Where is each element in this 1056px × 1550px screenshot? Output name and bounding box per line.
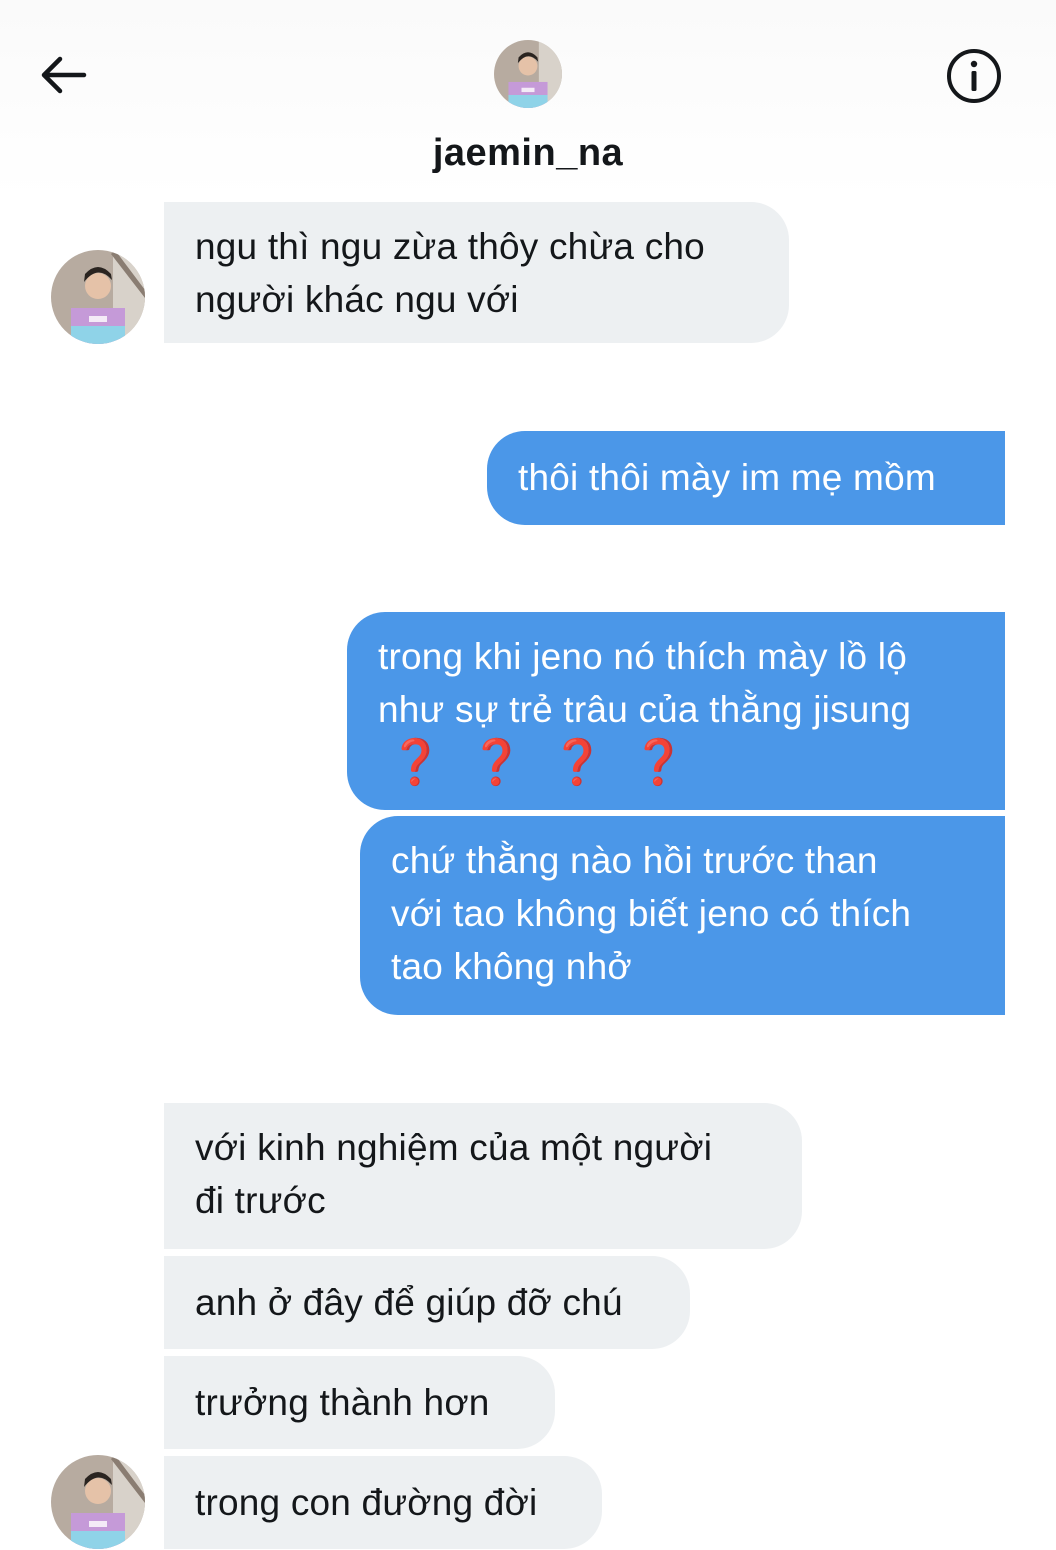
message-bubble-incoming[interactable]: trong con đường đời — [164, 1456, 602, 1549]
header-avatar[interactable] — [494, 40, 562, 108]
question-mark-icon: ❓ — [631, 737, 686, 788]
message-bubble-incoming[interactable]: trưởng thành hơn — [164, 1356, 555, 1449]
question-mark-icon: ❓ — [550, 737, 605, 788]
question-mark-icon: ❓ — [388, 737, 443, 788]
conversation-title[interactable]: jaemin_na — [0, 132, 1056, 175]
message-bubble-outgoing[interactable]: trong khi jeno nó thích mày lồ lộ như sự… — [347, 612, 1005, 810]
message-bubble-incoming[interactable]: với kinh nghiệm của một người đi trước — [164, 1103, 802, 1249]
message-bubble-incoming[interactable]: ngu thì ngu zừa thôy chừa cho người khác… — [164, 202, 789, 343]
message-text: như sự trẻ trâu của thằng jisung — [378, 689, 912, 730]
message-text: thôi thôi mày im mẹ mồm — [518, 457, 936, 498]
message-text: người khác ngu với — [195, 279, 519, 320]
message-text: trưởng thành hơn — [195, 1382, 490, 1423]
arrow-left-icon — [41, 56, 87, 94]
message-bubble-outgoing[interactable]: chứ thằng nào hồi trước than với tao khô… — [360, 816, 1005, 1015]
question-mark-emojis: ❓ ❓ ❓ ❓ — [378, 736, 975, 789]
message-text: với tao không biết jeno có thích — [391, 893, 912, 934]
info-button[interactable] — [944, 46, 1004, 106]
contact-avatar[interactable] — [51, 1455, 145, 1549]
back-button[interactable] — [36, 50, 90, 100]
message-bubble-outgoing[interactable]: thôi thôi mày im mẹ mồm — [487, 431, 1005, 525]
info-circle-icon — [947, 49, 1001, 103]
message-text: ngu thì ngu zừa thôy chừa cho — [195, 226, 705, 267]
message-text: với kinh nghiệm của một người — [195, 1127, 713, 1168]
question-mark-icon: ❓ — [469, 737, 524, 788]
message-text: anh ở đây để giúp đỡ chú — [195, 1282, 623, 1323]
message-text: đi trước — [195, 1180, 326, 1221]
conversation-header: jaemin_na — [0, 0, 1056, 200]
message-text: trong con đường đời — [195, 1482, 538, 1523]
message-text: tao không nhở — [391, 946, 632, 987]
message-text: trong khi jeno nó thích mày lồ lộ — [378, 636, 908, 677]
message-bubble-incoming[interactable]: anh ở đây để giúp đỡ chú — [164, 1256, 690, 1349]
contact-avatar[interactable] — [51, 250, 145, 344]
message-text: chứ thằng nào hồi trước than — [391, 840, 878, 881]
